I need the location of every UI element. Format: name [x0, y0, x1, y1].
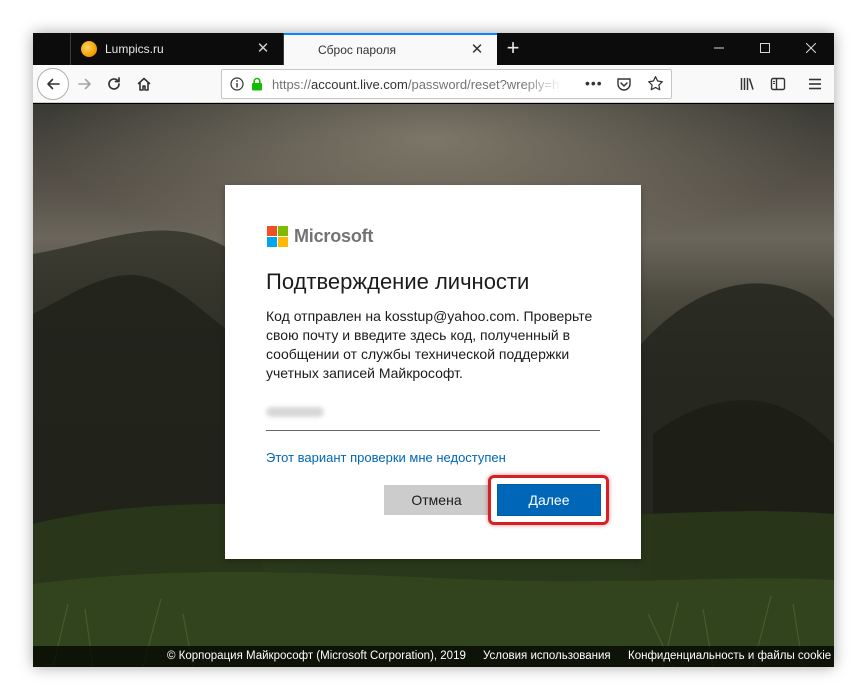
- identity-verification-dialog: Microsoft Подтверждение личности Код отп…: [225, 185, 641, 559]
- url-scheme: https://: [272, 76, 312, 92]
- brand-name: Microsoft: [294, 226, 374, 246]
- privacy-cookies-link[interactable]: Конфиденциальность и файлы cookie: [628, 650, 831, 662]
- cancel-button[interactable]: Отмена: [384, 485, 489, 515]
- home-icon: [137, 77, 151, 91]
- library-button[interactable]: [733, 70, 761, 98]
- maximize-button[interactable]: [742, 33, 788, 65]
- page-footer: © Корпорация Майкрософт (Microsoft Corpo…: [33, 646, 834, 667]
- forward-arrow-icon: [78, 78, 91, 90]
- next-button[interactable]: Далее: [497, 484, 601, 516]
- library-icon: [740, 78, 754, 90]
- maximize-icon: [760, 43, 770, 53]
- back-button[interactable]: [37, 68, 69, 100]
- reload-button[interactable]: [100, 70, 128, 98]
- address-bar[interactable]: https://account.live.com/password/reset?…: [221, 69, 672, 99]
- microsoft-favicon-icon: [294, 42, 310, 58]
- tab-lumpics[interactable]: Lumpics.ru ✕: [70, 33, 284, 65]
- dialog-description: Код отправлен на kosstup@yahoo.com. Пров…: [266, 308, 593, 381]
- lumpics-favicon-icon: [81, 41, 97, 57]
- terms-of-use-link[interactable]: Условия использования: [483, 650, 611, 662]
- forward-button[interactable]: [71, 70, 99, 98]
- open-menu-button[interactable]: [801, 70, 829, 98]
- url-host: account.live.com: [311, 76, 408, 92]
- sidebar-icon: [770, 77, 786, 91]
- sidebar-button[interactable]: [764, 70, 792, 98]
- page-content: Microsoft Подтверждение личности Код отп…: [33, 104, 834, 667]
- close-window-button[interactable]: [788, 33, 834, 65]
- url-fade: [522, 70, 562, 98]
- copyright-text: © Корпорация Майкрософт (Microsoft Corpo…: [167, 650, 466, 662]
- page-actions-menu-button[interactable]: •••: [585, 75, 603, 91]
- option-unavailable-link[interactable]: Этот вариант проверки мне недоступен: [266, 450, 506, 465]
- dialog-title: Подтверждение личности: [266, 269, 530, 294]
- browser-window: Lumpics.ru ✕ Сброс пароля ✕ + https://ac…: [33, 33, 834, 667]
- minimize-button[interactable]: [696, 33, 742, 65]
- tab-password-reset[interactable]: Сброс пароля ✕: [284, 33, 497, 65]
- code-redaction: [266, 407, 324, 417]
- reload-icon: [108, 77, 120, 90]
- bookmark-star-icon[interactable]: [647, 75, 664, 92]
- minimize-icon: [714, 47, 724, 49]
- tab-bar: Lumpics.ru ✕ Сброс пароля ✕ +: [33, 33, 834, 65]
- close-tab-icon[interactable]: ✕: [255, 41, 271, 57]
- pocket-icon[interactable]: [616, 76, 632, 92]
- info-icon[interactable]: [230, 77, 244, 91]
- close-tab-icon[interactable]: ✕: [469, 42, 485, 58]
- microsoft-logo-icon: [267, 226, 288, 247]
- microsoft-logo: Microsoft: [267, 226, 373, 247]
- close-icon: [805, 42, 817, 54]
- hamburger-menu-icon: [809, 78, 821, 90]
- tab-title: Lumpics.ru: [105, 42, 164, 56]
- home-button[interactable]: [130, 70, 158, 98]
- lock-icon[interactable]: [250, 77, 264, 91]
- tab-title: Сброс пароля: [318, 43, 396, 57]
- navigation-toolbar: https://account.live.com/password/reset?…: [33, 65, 834, 103]
- back-arrow-icon: [47, 78, 60, 90]
- new-tab-button[interactable]: +: [501, 37, 525, 61]
